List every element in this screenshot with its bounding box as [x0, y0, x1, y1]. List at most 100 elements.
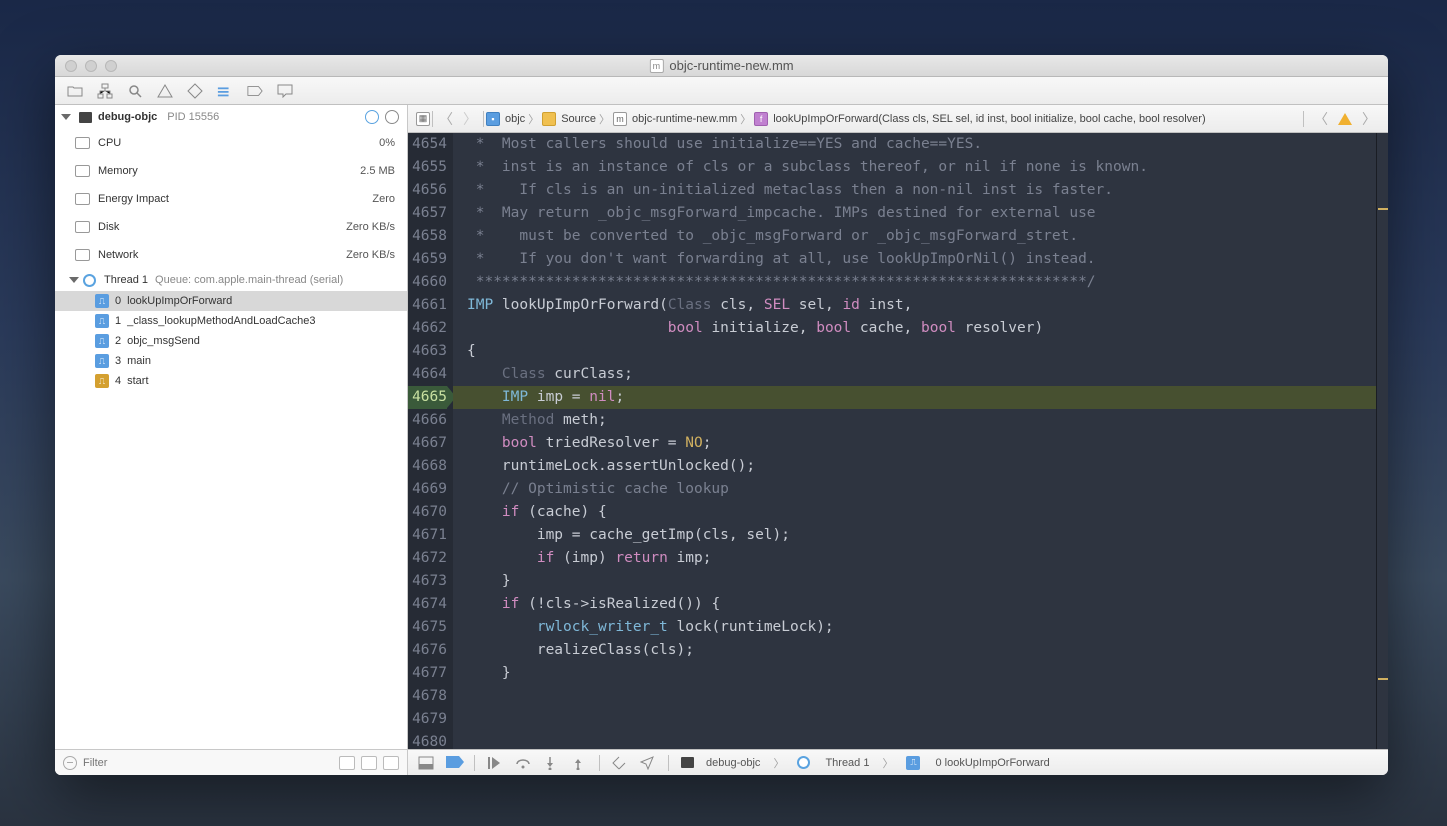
db-thread[interactable]: Thread 1: [825, 757, 869, 769]
view-process-by-queue-icon[interactable]: [385, 110, 399, 124]
gauge-value: Zero KB/s: [346, 249, 395, 261]
line-gutter[interactable]: 4654465546564657465846594660466146624663…: [408, 133, 453, 749]
jb-folder[interactable]: Source: [561, 113, 596, 125]
titlebar[interactable]: m objc-runtime-new.mm: [55, 55, 1388, 77]
db-frame[interactable]: 0 lookUpImpOrForward: [935, 757, 1049, 769]
breakpoints-toggle-icon[interactable]: [446, 756, 462, 770]
step-over-icon[interactable]: [515, 756, 531, 770]
view-process-by-thread-icon[interactable]: [365, 110, 379, 124]
file-icon: m: [613, 112, 627, 126]
gauge-network[interactable]: Network Zero KB/s: [55, 241, 407, 269]
function-icon: f: [754, 112, 768, 126]
filter-input[interactable]: [83, 757, 333, 769]
jb-symbol[interactable]: lookUpImpOrForward(Class cls, SEL sel, i…: [773, 113, 1205, 125]
filter-option-1[interactable]: [339, 756, 355, 770]
file-icon: m: [649, 59, 663, 73]
process-name: debug-objc: [98, 111, 157, 123]
related-items-icon[interactable]: ▦: [416, 112, 430, 126]
log-icon[interactable]: [277, 83, 293, 99]
frame-icon: ⎍: [95, 294, 109, 308]
stack-frame[interactable]: ⎍ 1 _class_lookupMethodAndLoadCache3: [55, 311, 407, 331]
step-out-icon[interactable]: [571, 756, 587, 770]
process-pid: PID 15556: [167, 111, 219, 123]
project-icon: ▪: [486, 112, 500, 126]
gauge-memory[interactable]: Memory 2.5 MB: [55, 157, 407, 185]
gauge-energy-impact[interactable]: Energy Impact Zero: [55, 185, 407, 213]
warning-badge-icon[interactable]: [1338, 113, 1352, 125]
minimap[interactable]: [1376, 133, 1388, 749]
filter-option-2[interactable]: [361, 756, 377, 770]
hierarchy-icon[interactable]: [97, 83, 113, 99]
stack-frame[interactable]: ⎍ 4 start: [55, 371, 407, 391]
navigator-toolbar: [55, 77, 1388, 105]
traffic-lights: [55, 60, 117, 72]
step-in-icon[interactable]: [543, 756, 559, 770]
frame-index: 1: [115, 315, 121, 327]
folder-icon[interactable]: [67, 83, 83, 99]
thread-icon: [83, 274, 96, 287]
window-title-group: m objc-runtime-new.mm: [649, 58, 793, 73]
jb-file[interactable]: objc-runtime-new.mm: [632, 113, 737, 125]
thread-icon: [797, 756, 810, 769]
frame-name: lookUpImpOrForward: [127, 295, 232, 307]
frame-icon: ⎍: [95, 314, 109, 328]
gauge-icon: [75, 249, 90, 261]
gauge-icon: [75, 137, 90, 149]
gauge-cpu[interactable]: CPU 0%: [55, 129, 407, 157]
code-editor[interactable]: 4654465546564657465846594660466146624663…: [408, 133, 1388, 749]
frame-icon: ⎍: [95, 374, 109, 388]
gauge-value: 0%: [379, 137, 395, 149]
gauge-label: Disk: [98, 221, 119, 233]
forward-button[interactable]: 〉: [459, 109, 481, 129]
frame-icon: ⎍: [95, 354, 109, 368]
process-row[interactable]: debug-objc PID 15556: [55, 105, 407, 129]
stack-frame[interactable]: ⎍ 0 lookUpImpOrForward: [55, 291, 407, 311]
location-icon[interactable]: [640, 756, 656, 770]
code-content[interactable]: * Most callers should use initialize==YE…: [453, 133, 1376, 749]
jump-bar[interactable]: ▦ 〈 〉 ▪ objc 〉 Source 〉 m objc-runtime-n…: [408, 105, 1388, 133]
debug-navigator: debug-objc PID 15556 CPU 0% Memory 2.5 M…: [55, 105, 408, 775]
gauge-value: Zero KB/s: [346, 221, 395, 233]
test-icon[interactable]: [187, 83, 203, 99]
frame-name: _class_lookupMethodAndLoadCache3: [127, 315, 315, 327]
gauge-label: CPU: [98, 137, 121, 149]
continue-icon[interactable]: [487, 756, 503, 770]
gauge-value: Zero: [372, 193, 395, 205]
debug-nav-icon[interactable]: [217, 83, 233, 99]
frame-icon: ⎍: [906, 756, 920, 770]
jb-project[interactable]: objc: [505, 113, 525, 125]
gauge-label: Energy Impact: [98, 193, 169, 205]
disclosure-down-icon[interactable]: [69, 277, 79, 283]
close-button[interactable]: [65, 60, 77, 72]
stack-frame[interactable]: ⎍ 3 main: [55, 351, 407, 371]
editor-area: ▦ 〈 〉 ▪ objc 〉 Source 〉 m objc-runtime-n…: [408, 105, 1388, 775]
warning-icon[interactable]: [157, 83, 173, 99]
gauge-value: 2.5 MB: [360, 165, 395, 177]
zoom-button[interactable]: [105, 60, 117, 72]
filter-option-3[interactable]: [383, 756, 399, 770]
hide-debug-icon[interactable]: [418, 756, 434, 770]
issue-next[interactable]: 〉: [1358, 109, 1380, 129]
gauge-label: Network: [98, 249, 138, 261]
frame-name: start: [127, 375, 148, 387]
breakpoint-nav-icon[interactable]: [247, 83, 263, 99]
thread-name: Thread 1: [104, 274, 148, 286]
db-process[interactable]: debug-objc: [706, 757, 760, 769]
gauge-icon: [75, 193, 90, 205]
frame-name: main: [127, 355, 151, 367]
search-icon[interactable]: [127, 83, 143, 99]
minimize-button[interactable]: [85, 60, 97, 72]
filter-clear-icon[interactable]: [63, 756, 77, 770]
stack-frame[interactable]: ⎍ 2 objc_msgSend: [55, 331, 407, 351]
frame-icon: ⎍: [95, 334, 109, 348]
gauge-icon: [75, 165, 90, 177]
thread-row[interactable]: Thread 1 Queue: com.apple.main-thread (s…: [55, 269, 407, 291]
view-debug-icon[interactable]: [612, 756, 628, 770]
frame-index: 4: [115, 375, 121, 387]
back-button[interactable]: 〈: [435, 109, 457, 129]
gauge-label: Memory: [98, 165, 138, 177]
issue-prev[interactable]: 〈: [1310, 109, 1332, 129]
terminal-icon: [79, 112, 92, 123]
gauge-disk[interactable]: Disk Zero KB/s: [55, 213, 407, 241]
disclosure-down-icon[interactable]: [61, 114, 71, 120]
